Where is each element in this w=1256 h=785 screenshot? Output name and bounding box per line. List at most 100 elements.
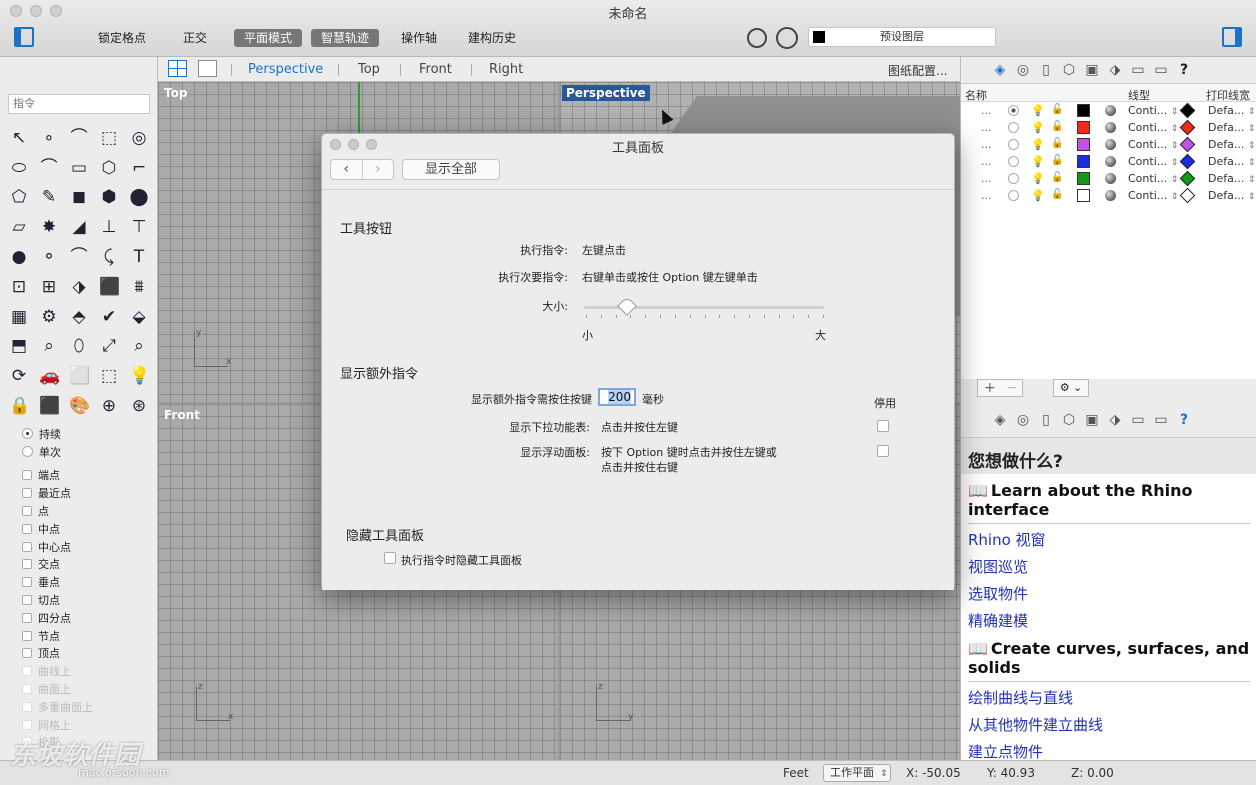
- planar-button[interactable]: 平面模式: [234, 29, 303, 47]
- print-color-swatch[interactable]: [1179, 187, 1196, 204]
- printwidth-cell[interactable]: Defa... ⇕: [1208, 172, 1255, 185]
- tool-button[interactable]: ▱: [4, 212, 34, 242]
- current-layer-radio[interactable]: [1008, 173, 1019, 184]
- tool-button[interactable]: ⬡: [94, 153, 124, 183]
- layout-button[interactable]: 图纸配置...: [888, 62, 947, 79]
- single-view-icon[interactable]: [198, 60, 217, 77]
- print-color-swatch[interactable]: [1179, 136, 1196, 153]
- tool-button[interactable]: 🔒: [4, 391, 34, 421]
- forward-button[interactable]: ›: [361, 160, 394, 179]
- printwidth-cell[interactable]: Defa... ⇕: [1208, 189, 1255, 202]
- linetype-cell[interactable]: Conti... ⇕: [1128, 172, 1178, 185]
- tool-button[interactable]: ⬜: [64, 361, 94, 391]
- tool-button[interactable]: ⌒: [34, 153, 64, 183]
- snap-item[interactable]: 切点: [22, 591, 152, 609]
- material-icon[interactable]: [1105, 139, 1116, 150]
- snap-persistent[interactable]: 持续: [22, 425, 152, 443]
- linetype-cell[interactable]: Conti... ⇕: [1128, 155, 1178, 168]
- tool-button[interactable]: ⩩: [124, 272, 154, 302]
- layer-color-swatch[interactable]: [1077, 172, 1090, 185]
- header-name[interactable]: 名称: [965, 87, 987, 103]
- ortho-button[interactable]: 正交: [173, 29, 217, 47]
- printwidth-cell[interactable]: Defa... ⇕: [1208, 155, 1255, 168]
- snap-item[interactable]: 顶点: [22, 645, 152, 663]
- layer-color-swatch[interactable]: [1077, 189, 1090, 202]
- command-input[interactable]: [8, 94, 150, 114]
- linetype-cell[interactable]: Conti... ⇕: [1128, 189, 1178, 202]
- tool-button[interactable]: ⤢: [94, 332, 124, 362]
- tool-button[interactable]: ◢: [64, 212, 94, 242]
- tool-button[interactable]: ⊥: [94, 212, 124, 242]
- tool-button[interactable]: ⬚: [94, 361, 124, 391]
- tab-front[interactable]: Front: [419, 62, 452, 77]
- tool-button[interactable]: ⬢: [94, 183, 124, 213]
- tool-button[interactable]: 🎨: [64, 391, 94, 421]
- toggle-left-panel-icon[interactable]: [14, 27, 34, 47]
- print-color-swatch[interactable]: [1179, 170, 1196, 187]
- tool-button[interactable]: ⬛: [34, 391, 64, 421]
- lightbulb-icon[interactable]: 💡: [1031, 121, 1045, 134]
- print-color-swatch[interactable]: [1179, 153, 1196, 170]
- tool-button[interactable]: ⌕: [124, 332, 154, 362]
- tool-button[interactable]: ◼: [64, 183, 94, 213]
- material-icon[interactable]: [1105, 173, 1116, 184]
- tool-button[interactable]: ▭: [64, 153, 94, 183]
- help-link[interactable]: 建立点物件: [961, 736, 1256, 760]
- lightbulb-icon[interactable]: 💡: [1031, 138, 1045, 151]
- tool-button[interactable]: T: [124, 242, 154, 272]
- printwidth-cell[interactable]: Defa... ⇕: [1208, 104, 1255, 117]
- tool-button[interactable]: ⟳: [4, 361, 34, 391]
- tool-button[interactable]: ⬠: [4, 183, 34, 213]
- camera-icon[interactable]: ▣: [1083, 411, 1101, 429]
- tool-button[interactable]: ●: [4, 242, 34, 272]
- snap-item[interactable]: 最近点: [22, 484, 152, 502]
- tool-button[interactable]: ⌕: [34, 332, 64, 362]
- display-icon[interactable]: ◎: [1014, 61, 1032, 79]
- material-icon[interactable]: ⬗: [1106, 61, 1124, 79]
- tool-button[interactable]: ⌐: [124, 153, 154, 183]
- object-icon[interactable]: ⬡: [1060, 61, 1078, 79]
- monitor-icon[interactable]: ▭: [1152, 61, 1170, 79]
- tool-button[interactable]: ⊕: [94, 391, 124, 421]
- tool-button[interactable]: ⊡: [4, 272, 34, 302]
- lightbulb-icon[interactable]: 💡: [1031, 155, 1045, 168]
- help-link[interactable]: 选取物件: [961, 578, 1256, 605]
- cplane-dropdown[interactable]: 工作平面 ⇕: [823, 764, 891, 782]
- layers-icon[interactable]: ◈: [991, 61, 1009, 79]
- lightbulb-icon[interactable]: 💡: [1031, 104, 1045, 117]
- tab-perspective[interactable]: Perspective: [248, 62, 323, 77]
- toggle-right-panel-icon[interactable]: [1222, 27, 1242, 47]
- tool-button[interactable]: ∘: [34, 123, 64, 153]
- tool-button[interactable]: ⊤: [124, 212, 154, 242]
- tool-button[interactable]: ⊞: [34, 272, 64, 302]
- help-icon[interactable]: ?: [1175, 411, 1193, 429]
- remove-layer-button[interactable]: −: [1006, 380, 1018, 396]
- disable-floating-checkbox[interactable]: [877, 445, 889, 457]
- lock-icon[interactable]: 🔓: [1051, 155, 1063, 166]
- layer-color-swatch[interactable]: [1077, 138, 1090, 151]
- tool-button[interactable]: ⬙: [124, 302, 154, 332]
- current-layer-radio[interactable]: [1008, 139, 1019, 150]
- lock-grid-button[interactable]: 锁定格点: [88, 29, 156, 47]
- target-icon[interactable]: [776, 27, 798, 49]
- add-layer-button[interactable]: +: [984, 380, 996, 396]
- linetype-cell[interactable]: Conti... ⇕: [1128, 104, 1178, 117]
- viewport-perspective-label[interactable]: Perspective: [562, 85, 650, 101]
- current-layer-radio[interactable]: [1008, 122, 1019, 133]
- material-icon[interactable]: [1105, 105, 1116, 116]
- gumball-button[interactable]: 操作轴: [391, 29, 447, 47]
- tool-button[interactable]: ⚙: [34, 302, 64, 332]
- document-icon[interactable]: ▯: [1037, 61, 1055, 79]
- notes-icon[interactable]: ▭: [1129, 61, 1147, 79]
- lock-icon[interactable]: 🔓: [1051, 172, 1063, 183]
- tool-button[interactable]: ⌒: [64, 123, 94, 153]
- material-icon[interactable]: ⬗: [1106, 411, 1124, 429]
- material-icon[interactable]: [1105, 122, 1116, 133]
- snap-item[interactable]: 垂点: [22, 573, 152, 591]
- disable-dropdown-checkbox[interactable]: [877, 420, 889, 432]
- lightbulb-icon[interactable]: 💡: [1031, 189, 1045, 202]
- lock-icon[interactable]: 🔓: [1051, 189, 1063, 200]
- snap-item[interactable]: 中心点: [22, 538, 152, 556]
- layer-row[interactable]: ... 💡 🔓 Conti... ⇕ Defa... ⇕: [961, 119, 1256, 136]
- layer-row[interactable]: ... 💡 🔓 Conti... ⇕ Defa... ⇕: [961, 153, 1256, 170]
